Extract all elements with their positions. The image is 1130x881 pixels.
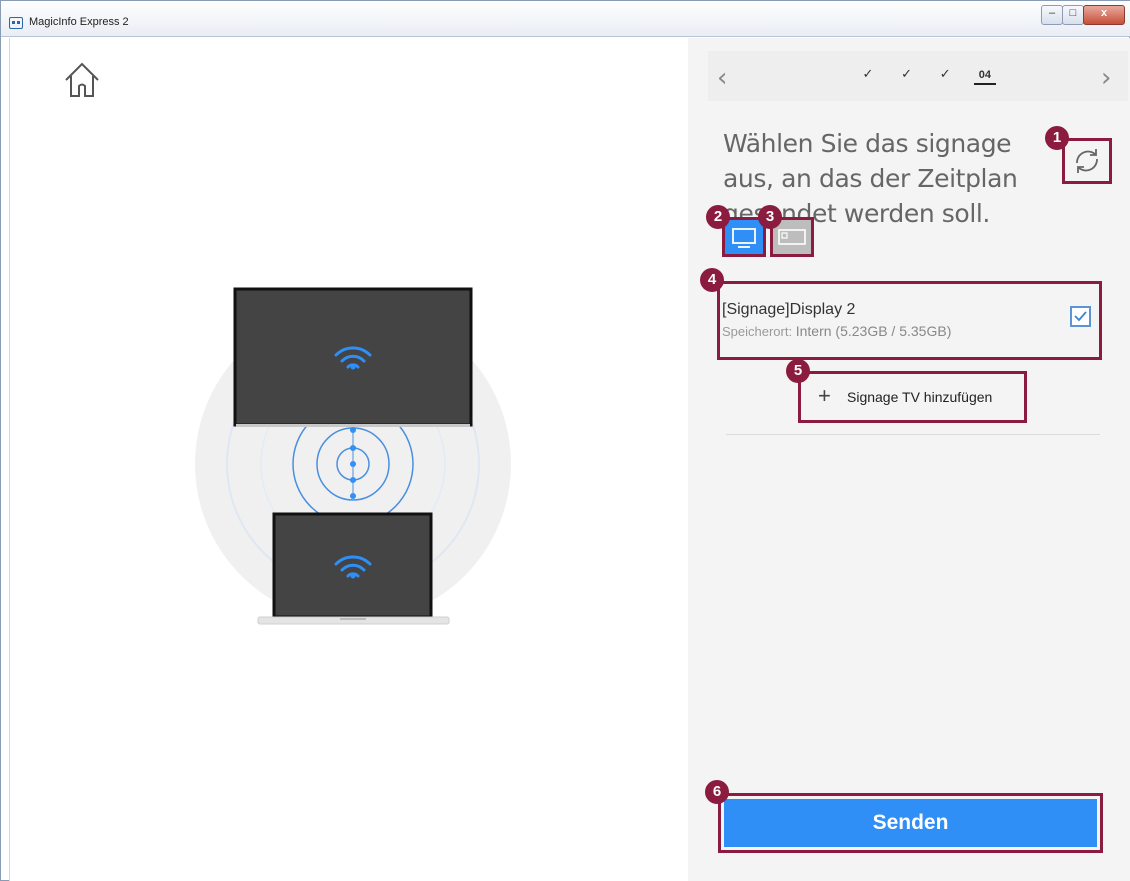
laptop xyxy=(257,512,450,625)
annotation-badge: 2 xyxy=(706,205,730,229)
window-title: MagicInfo Express 2 xyxy=(29,16,129,28)
minimize-icon: – xyxy=(1048,7,1056,19)
check-icon xyxy=(1074,311,1087,322)
app-icon xyxy=(9,17,23,29)
send-button-frame: Senden xyxy=(718,793,1103,853)
annotation-badge: 4 xyxy=(700,268,724,292)
refresh-button[interactable] xyxy=(1062,138,1112,184)
annotation-badge: 3 xyxy=(758,205,782,229)
storage-label: Speicherort: xyxy=(722,324,793,339)
divider xyxy=(726,434,1100,435)
annotation-badge: 5 xyxy=(786,359,810,383)
close-button[interactable]: x xyxy=(1083,5,1125,25)
maximize-icon: □ xyxy=(1069,7,1077,19)
send-button[interactable]: Senden xyxy=(724,799,1097,847)
annotation-badge: 6 xyxy=(705,780,729,804)
refresh-icon xyxy=(1076,149,1098,173)
step-done: ✓ xyxy=(862,66,874,81)
close-icon: x xyxy=(1100,7,1108,19)
monitor-icon xyxy=(732,228,756,248)
device-checkbox[interactable] xyxy=(1070,306,1091,327)
app-window: MagicInfo Express 2 – □ x ‹ ✓ ✓ ✓ 04 › W… xyxy=(0,0,1130,881)
preview-panel xyxy=(9,38,688,881)
step-current: 04 xyxy=(973,69,996,85)
step-done: ✓ xyxy=(901,66,913,81)
device-name: [Signage]Display 2 xyxy=(722,301,856,318)
device-list-item[interactable]: [Signage]Display 2 Speicherort: Intern (… xyxy=(717,281,1102,360)
maximize-button[interactable]: □ xyxy=(1062,5,1084,25)
add-signage-button[interactable]: + Signage TV hinzufügen xyxy=(798,371,1027,423)
settings-panel: ‹ ✓ ✓ ✓ 04 › Wählen Sie das signage aus,… xyxy=(688,38,1130,881)
step-done: ✓ xyxy=(939,66,951,81)
add-signage-label: Signage TV hinzufügen xyxy=(847,389,993,405)
connection-illustration xyxy=(195,287,511,625)
title-bar: MagicInfo Express 2 – □ x xyxy=(1,1,1130,37)
storage-value: Intern (5.23GB / 5.35GB) xyxy=(795,323,952,339)
chevron-right-icon[interactable]: › xyxy=(1101,63,1111,93)
plus-icon: + xyxy=(818,383,831,408)
step-navigation: ‹ ✓ ✓ ✓ 04 › xyxy=(708,51,1128,101)
device-storage: Speicherort: Intern (5.23GB / 5.35GB) xyxy=(722,323,951,339)
minimize-button[interactable]: – xyxy=(1041,5,1063,25)
step-indicator: ✓ ✓ ✓ 04 xyxy=(858,66,1011,85)
signage-display xyxy=(233,287,473,427)
annotation-badge: 1 xyxy=(1045,126,1069,150)
chevron-left-icon[interactable]: ‹ xyxy=(717,63,727,93)
